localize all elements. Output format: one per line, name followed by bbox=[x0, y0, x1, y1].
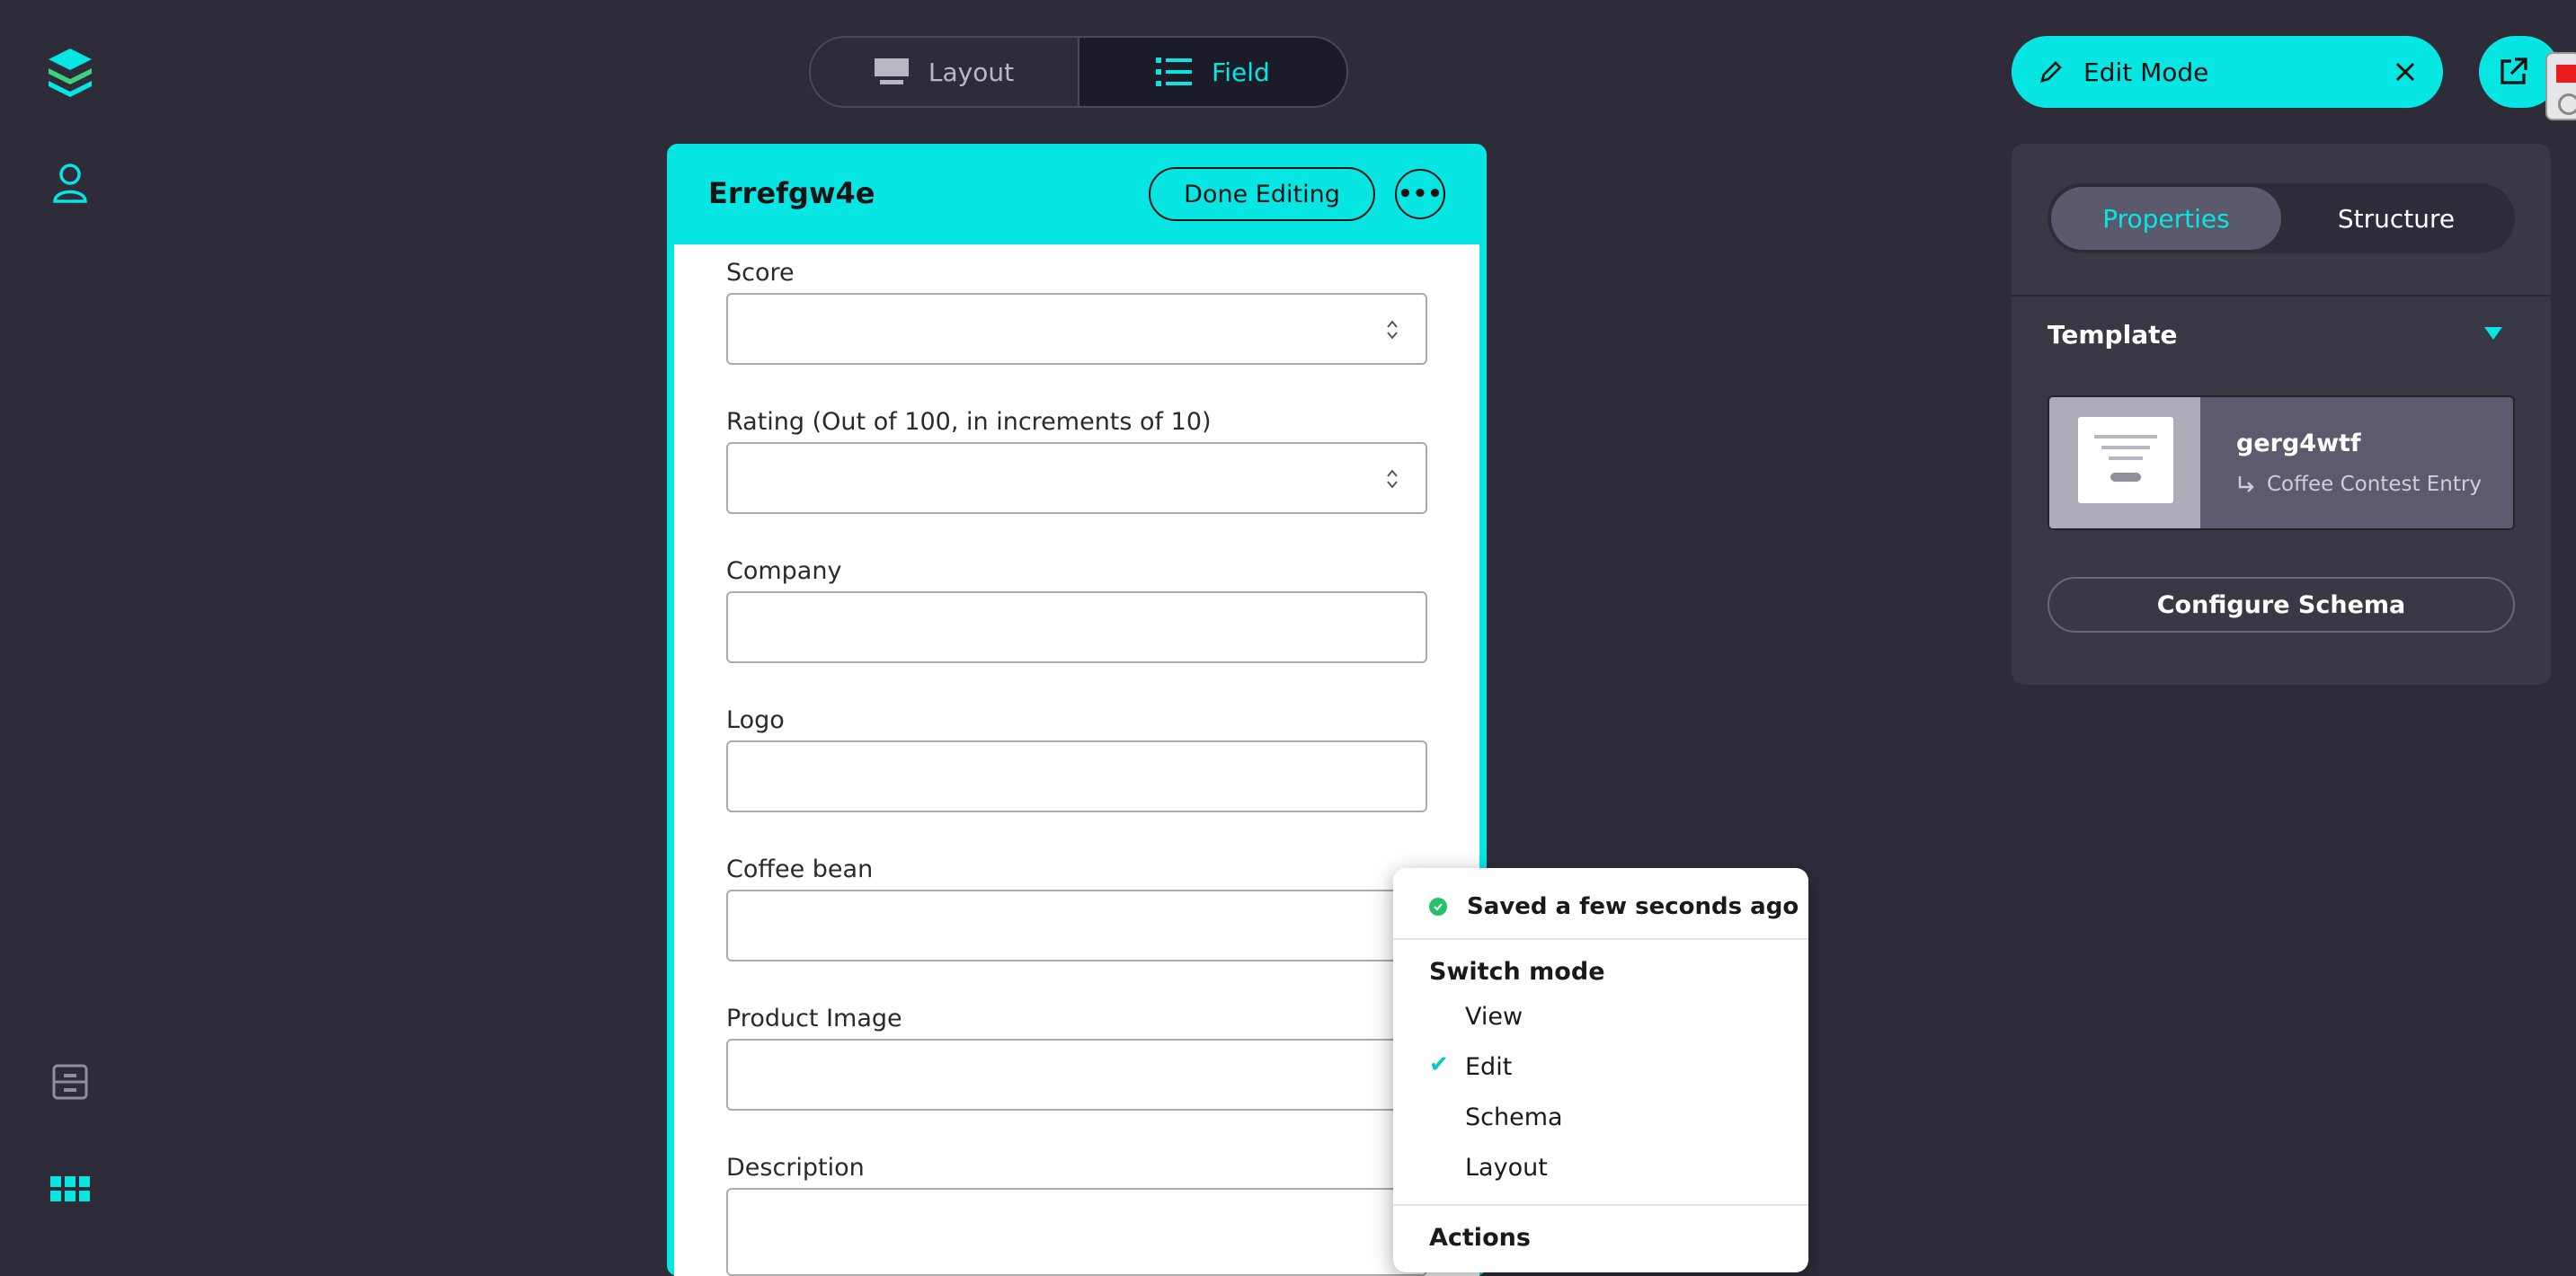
company-input[interactable] bbox=[726, 591, 1427, 663]
card-title: Errefgw4e bbox=[708, 176, 875, 210]
menu-item-layout[interactable]: Layout bbox=[1465, 1154, 1548, 1182]
description-input[interactable] bbox=[726, 1188, 1427, 1276]
template-parent: Coffee Contest Entry bbox=[2236, 473, 2482, 496]
number-spinner-icon[interactable] bbox=[1386, 467, 1399, 491]
number-spinner-icon[interactable] bbox=[1386, 318, 1399, 341]
template-card[interactable]: gerg4wtf Coffee Contest Entry bbox=[2047, 395, 2515, 530]
record-stop-icon bbox=[2556, 65, 2576, 83]
panel-divider bbox=[2012, 295, 2551, 297]
saved-status-text: Saved a few seconds ago bbox=[1467, 893, 1799, 920]
template-thumbnail bbox=[2049, 397, 2200, 528]
list-icon bbox=[1156, 58, 1193, 86]
entry-editor-card: Errefgw4e Done Editing ••• Score Rating … bbox=[667, 144, 1487, 1276]
tab-properties[interactable]: Properties bbox=[2051, 187, 2281, 250]
saved-status: Saved a few seconds ago bbox=[1429, 893, 1799, 920]
tab-structure[interactable]: Structure bbox=[2281, 187, 2511, 250]
actions-heading: Actions bbox=[1429, 1224, 1531, 1252]
recorder-widget[interactable] bbox=[2545, 52, 2576, 120]
product-image-input[interactable] bbox=[726, 1039, 1427, 1111]
view-toggle: Layout Field bbox=[809, 36, 1348, 108]
menu-divider bbox=[1393, 938, 1808, 940]
document-icon bbox=[2078, 417, 2173, 503]
configure-schema-button[interactable]: Configure Schema bbox=[2047, 577, 2515, 633]
close-icon[interactable] bbox=[2394, 61, 2416, 83]
menu-divider bbox=[1393, 1204, 1808, 1206]
check-circle-icon bbox=[1429, 898, 1447, 916]
pencil-icon bbox=[2040, 61, 2062, 83]
template-name: gerg4wtf bbox=[2236, 430, 2361, 457]
switch-mode-heading: Switch mode bbox=[1429, 958, 1605, 986]
score-label: Score bbox=[726, 259, 795, 287]
archive-icon[interactable] bbox=[49, 1057, 92, 1107]
card-header: Errefgw4e Done Editing ••• bbox=[667, 144, 1487, 244]
logo-label: Logo bbox=[726, 706, 785, 734]
panel-tabs: Properties Structure bbox=[2047, 183, 2515, 253]
score-input[interactable] bbox=[726, 293, 1427, 365]
edit-mode-label: Edit Mode bbox=[2083, 57, 2209, 87]
user-icon[interactable] bbox=[49, 158, 92, 208]
layout-toggle-button[interactable]: Layout bbox=[811, 38, 1078, 106]
layout-toggle-label: Layout bbox=[928, 57, 1015, 87]
layout-icon bbox=[874, 58, 909, 84]
external-link-icon bbox=[2500, 58, 2527, 84]
properties-panel: Properties Structure Template gerg4wtf C… bbox=[2012, 144, 2551, 685]
description-label: Description bbox=[726, 1154, 865, 1182]
product-image-label: Product Image bbox=[726, 1005, 902, 1032]
app-logo-icon[interactable] bbox=[45, 45, 95, 99]
options-menu: Saved a few seconds ago Switch mode View… bbox=[1393, 868, 1808, 1272]
rating-input[interactable] bbox=[726, 442, 1427, 514]
check-icon: ✔ bbox=[1429, 1051, 1449, 1078]
return-arrow-icon bbox=[2238, 476, 2254, 492]
caret-down-icon[interactable] bbox=[2484, 327, 2502, 340]
edit-mode-pill[interactable]: Edit Mode bbox=[2012, 36, 2443, 108]
company-label: Company bbox=[726, 557, 842, 585]
field-toggle-button[interactable]: Field bbox=[1078, 38, 1346, 106]
timer-icon bbox=[2558, 93, 2576, 115]
template-heading: Template bbox=[2047, 320, 2178, 350]
logo-input[interactable] bbox=[726, 740, 1427, 812]
rating-label: Rating (Out of 100, in increments of 10) bbox=[726, 408, 1212, 436]
apps-grid-icon[interactable] bbox=[49, 1172, 92, 1208]
more-options-button[interactable]: ••• bbox=[1395, 169, 1445, 219]
coffee-bean-input[interactable] bbox=[726, 890, 1427, 961]
card-body: Score Rating (Out of 100, in increments … bbox=[674, 244, 1479, 1276]
done-editing-button[interactable]: Done Editing bbox=[1149, 167, 1375, 221]
coffee-bean-label: Coffee bean bbox=[726, 855, 874, 883]
menu-item-schema[interactable]: Schema bbox=[1465, 1103, 1563, 1131]
menu-item-edit[interactable]: Edit bbox=[1465, 1053, 1512, 1081]
template-parent-label: Coffee Contest Entry bbox=[2267, 473, 2482, 496]
menu-item-view[interactable]: View bbox=[1465, 1003, 1523, 1031]
field-toggle-label: Field bbox=[1212, 57, 1270, 87]
